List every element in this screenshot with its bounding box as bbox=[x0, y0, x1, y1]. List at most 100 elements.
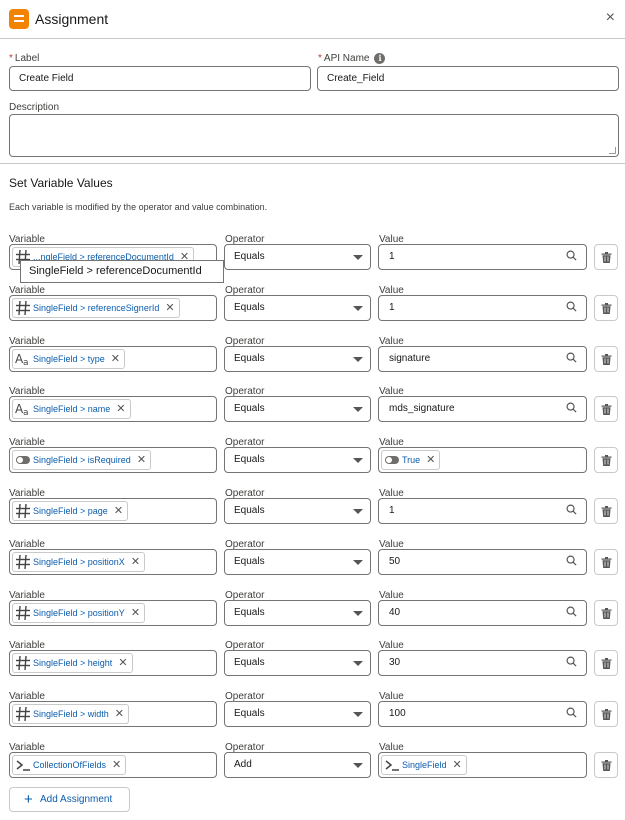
variable-input[interactable]: SingleField > isRequired ✕ bbox=[9, 447, 217, 474]
variable-input[interactable]: Aa SingleField > name ✕ bbox=[9, 396, 217, 423]
value-input[interactable]: 30 bbox=[378, 650, 587, 677]
variable-pill[interactable]: CollectionOfFields ✕ bbox=[12, 755, 127, 775]
search-icon[interactable] bbox=[566, 707, 577, 718]
value-pill-label: True bbox=[402, 455, 421, 466]
search-icon[interactable] bbox=[566, 250, 577, 261]
remove-icon[interactable]: ✕ bbox=[426, 454, 435, 466]
variable-pill[interactable]: SingleField > isRequired ✕ bbox=[12, 450, 152, 471]
operator-value: Equals bbox=[234, 403, 265, 415]
variable-pill[interactable]: Aa SingleField > name ✕ bbox=[12, 399, 131, 420]
value-pill[interactable]: True ✕ bbox=[381, 450, 441, 471]
variable-input[interactable]: SingleField > referenceSignerId ✕ bbox=[9, 294, 217, 321]
delete-row-button[interactable] bbox=[594, 345, 618, 372]
remove-icon[interactable]: ✕ bbox=[165, 302, 174, 314]
search-icon[interactable] bbox=[566, 504, 577, 515]
assignment-row: Variable Operator Value SingleField > isReq… bbox=[0, 437, 625, 487]
operator-select[interactable]: Equals bbox=[224, 650, 371, 677]
variable-pill[interactable]: SingleField > page ✕ bbox=[12, 501, 129, 521]
delete-row-button[interactable] bbox=[594, 498, 618, 524]
operator-select[interactable]: Equals bbox=[224, 447, 371, 474]
add-assignment-label: Add Assignment bbox=[40, 794, 113, 805]
delete-row-button[interactable] bbox=[594, 447, 618, 474]
variable-pill[interactable]: SingleField > height ✕ bbox=[12, 653, 133, 674]
search-icon[interactable] bbox=[566, 555, 577, 566]
collection-icon bbox=[15, 757, 31, 773]
value-input[interactable]: 100 bbox=[378, 701, 587, 728]
operator-select[interactable]: Equals bbox=[224, 345, 371, 372]
value-input[interactable]: SingleField ✕ bbox=[378, 752, 587, 778]
operator-label: Operator bbox=[225, 335, 265, 347]
delete-row-button[interactable] bbox=[594, 599, 618, 626]
operator-select[interactable]: Equals bbox=[224, 294, 371, 321]
remove-icon[interactable]: ✕ bbox=[115, 708, 124, 720]
add-assignment-button[interactable]: + Add Assignment bbox=[9, 787, 130, 812]
value-input[interactable]: True ✕ bbox=[378, 447, 587, 474]
operator-select[interactable]: Equals bbox=[224, 498, 371, 524]
delete-row-button[interactable] bbox=[594, 752, 618, 778]
variable-input[interactable]: Aa SingleField > type ✕ bbox=[9, 345, 217, 372]
search-icon[interactable] bbox=[566, 656, 577, 667]
variable-pill[interactable]: SingleField > width ✕ bbox=[12, 704, 130, 725]
remove-icon[interactable]: ✕ bbox=[131, 607, 140, 619]
remove-icon[interactable]: ✕ bbox=[116, 403, 125, 415]
search-icon[interactable] bbox=[566, 352, 577, 363]
value-input[interactable]: 1 bbox=[378, 498, 587, 524]
variable-pill[interactable]: SingleField > positionX ✕ bbox=[12, 551, 146, 572]
close-icon[interactable]: × bbox=[606, 9, 615, 27]
variable-pill[interactable]: SingleField > referenceSignerId ✕ bbox=[12, 297, 180, 318]
variable-pill[interactable]: Aa SingleField > type ✕ bbox=[12, 348, 126, 369]
resize-grip-icon[interactable] bbox=[609, 147, 616, 154]
delete-row-button[interactable] bbox=[594, 650, 618, 677]
variable-pill[interactable]: SingleField > positionY ✕ bbox=[12, 602, 146, 623]
operator-select[interactable]: Equals bbox=[224, 599, 371, 626]
label-field-label: * Label bbox=[9, 53, 40, 64]
label-input[interactable]: Create Field bbox=[9, 66, 311, 91]
assignment-row: Variable Operator Value SingleField > refer… bbox=[0, 285, 625, 335]
number-icon bbox=[15, 655, 31, 671]
operator-select[interactable]: Equals bbox=[224, 244, 371, 270]
delete-row-button[interactable] bbox=[594, 548, 618, 575]
variable-input[interactable]: SingleField > positionX ✕ bbox=[9, 548, 217, 575]
variable-label: Variable bbox=[9, 335, 45, 347]
remove-icon[interactable]: ✕ bbox=[111, 353, 120, 365]
variable-input[interactable]: SingleField > positionY ✕ bbox=[9, 599, 217, 626]
remove-icon[interactable]: ✕ bbox=[137, 454, 146, 466]
variable-input[interactable]: SingleField > width ✕ bbox=[9, 701, 217, 728]
delete-row-button[interactable] bbox=[594, 701, 618, 728]
operator-select[interactable]: Add bbox=[224, 752, 371, 778]
delete-row-button[interactable] bbox=[594, 396, 618, 423]
value-input[interactable]: 40 bbox=[378, 599, 587, 626]
operator-select[interactable]: Equals bbox=[224, 701, 371, 728]
text-type-icon: Aa bbox=[15, 401, 31, 418]
search-icon[interactable] bbox=[566, 402, 577, 413]
value-input[interactable]: 1 bbox=[378, 294, 587, 321]
variable-input[interactable]: SingleField > page ✕ bbox=[9, 498, 217, 524]
delete-row-button[interactable] bbox=[594, 244, 618, 270]
delete-row-button[interactable] bbox=[594, 294, 618, 321]
variable-pill-label: SingleField > name bbox=[33, 404, 111, 415]
variable-pill-label: SingleField > width bbox=[33, 709, 109, 720]
search-icon[interactable] bbox=[566, 301, 577, 312]
operator-select[interactable]: Equals bbox=[224, 548, 371, 575]
variable-input[interactable]: SingleField > height ✕ bbox=[9, 650, 217, 677]
remove-icon[interactable]: ✕ bbox=[131, 556, 140, 568]
value-input[interactable]: 1 bbox=[378, 244, 587, 270]
operator-value: Add bbox=[234, 759, 252, 770]
value-input[interactable]: mds_signature bbox=[378, 396, 587, 423]
remove-icon[interactable]: ✕ bbox=[118, 657, 127, 669]
trash-icon bbox=[601, 404, 612, 416]
trash-icon bbox=[601, 760, 612, 771]
description-textarea[interactable] bbox=[9, 114, 619, 157]
value-pill[interactable]: SingleField ✕ bbox=[381, 755, 467, 775]
operator-select[interactable]: Equals bbox=[224, 396, 371, 423]
info-icon[interactable]: i bbox=[374, 53, 386, 64]
remove-icon[interactable]: ✕ bbox=[112, 759, 121, 771]
search-icon[interactable] bbox=[566, 606, 577, 617]
api-name-input[interactable]: Create_Field bbox=[317, 66, 619, 91]
value-input[interactable]: signature bbox=[378, 345, 587, 372]
remove-icon[interactable]: ✕ bbox=[453, 759, 462, 771]
value-label: Value bbox=[379, 335, 404, 347]
remove-icon[interactable]: ✕ bbox=[114, 505, 123, 517]
value-input[interactable]: 50 bbox=[378, 548, 587, 575]
variable-input[interactable]: CollectionOfFields ✕ bbox=[9, 752, 217, 778]
